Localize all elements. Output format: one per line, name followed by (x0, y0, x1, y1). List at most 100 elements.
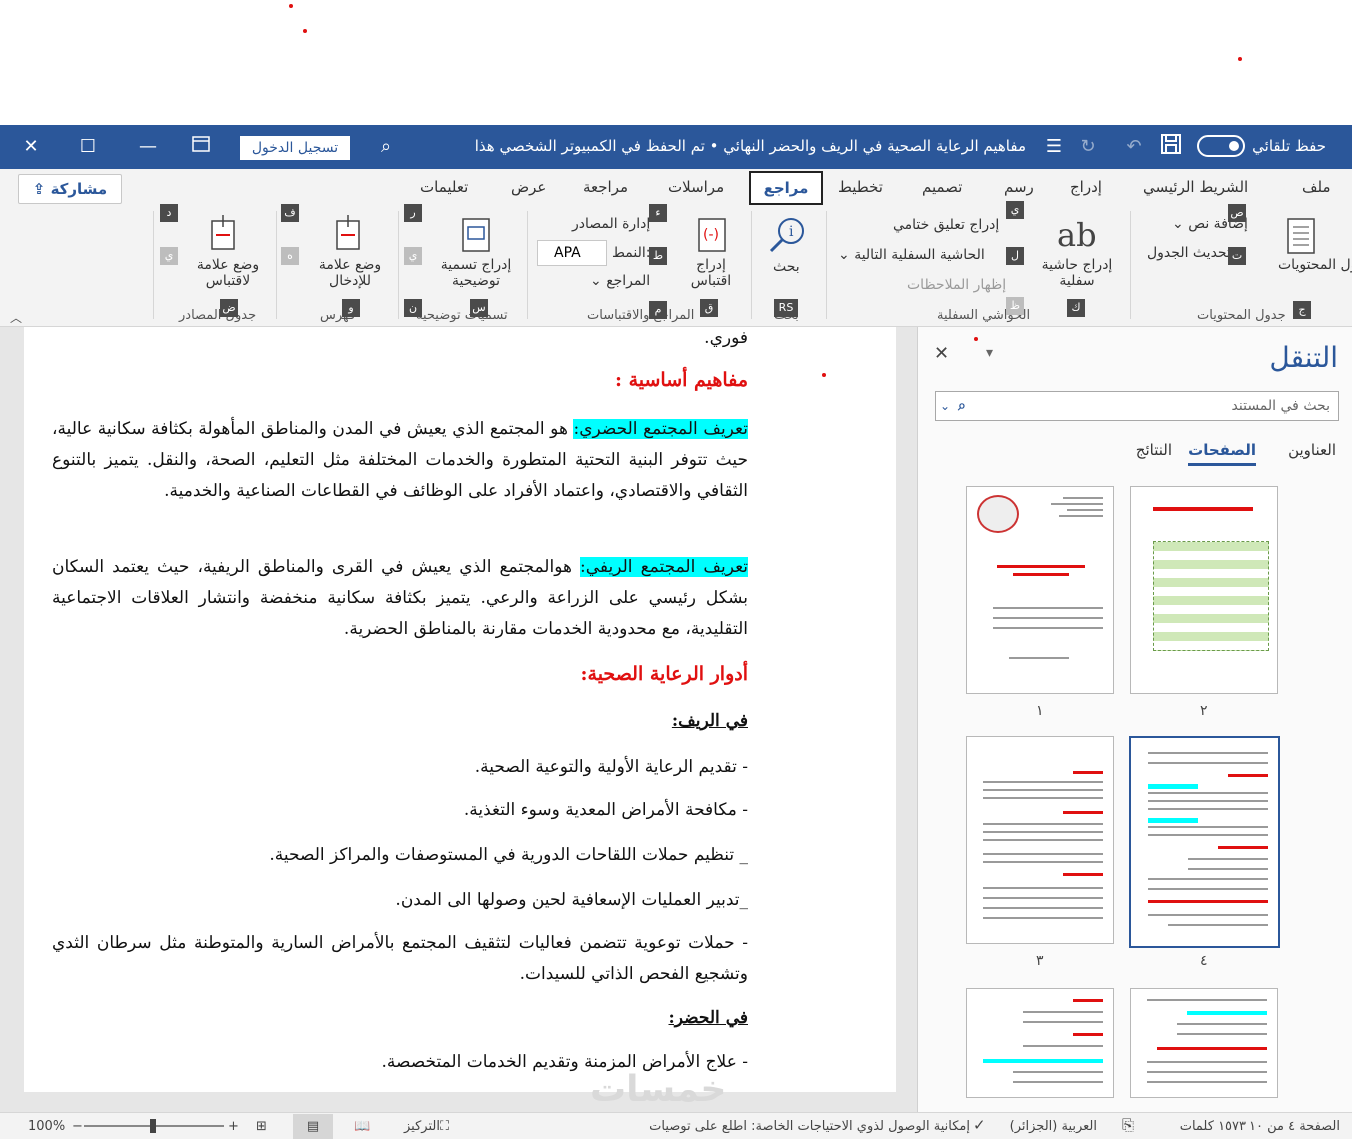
toc-button-label: جدول المحتويات (1278, 257, 1352, 273)
page-thumbnail[interactable] (1130, 486, 1278, 694)
next-footnote-button[interactable]: ⌄ الحاشية السفلية التالية (838, 247, 985, 263)
subheading-rural: في الريف: (671, 711, 748, 731)
citation-style-select[interactable]: APA (537, 240, 607, 266)
svg-text:i: i (789, 224, 794, 240)
tab-file[interactable]: ملف (1302, 178, 1331, 196)
paragraph-rural-definition: تعريف المجتمع الريفي: هوالمجتمع الذي يعي… (52, 552, 749, 645)
share-icon: ⇪ (32, 180, 51, 198)
zoom-level[interactable]: 100% (28, 1119, 65, 1134)
share-button[interactable]: ⇪ مشاركة (18, 174, 122, 204)
page-thumbnail-selected[interactable] (1129, 736, 1280, 948)
redo-icon[interactable]: ↻ (1074, 133, 1102, 161)
nav-tab-headings[interactable]: العناوين (1288, 441, 1336, 459)
update-table-button[interactable]: تحديث الجدول (1147, 245, 1231, 261)
search-placeholder: بحث في المستند (1231, 398, 1330, 414)
page-thumbnail[interactable] (966, 988, 1114, 1098)
subheading-urban: في الحضر: (668, 1008, 749, 1028)
insert-citation-button[interactable]: إدراج اقتباس (680, 257, 742, 289)
sign-in-button[interactable]: تسجيل الدخول (240, 136, 350, 160)
focus-icon[interactable]: ⛶ (440, 1119, 449, 1134)
insert-caption-button[interactable]: إدراج تسمية توضيحية (434, 257, 518, 289)
tab-design[interactable]: تصميم (922, 178, 962, 196)
word-count[interactable]: ١٥٧٣ كلمات (1180, 1119, 1246, 1134)
document-page[interactable]: فوري. مفاهيم أساسية : تعريف المجتمع الحض… (24, 327, 896, 1092)
navigation-search-input[interactable]: بحث في المستند ⌕ ⌄ (935, 391, 1339, 421)
zoom-out-icon[interactable]: − (72, 1119, 83, 1134)
insert-endnote-button[interactable]: إدراج تعليق ختامي (893, 217, 999, 233)
tab-mailings[interactable]: مراسلات (668, 178, 724, 196)
keytip: ر (404, 204, 422, 222)
insert-footnote-button[interactable]: إدراج حاشية سفلية (1037, 257, 1117, 289)
show-notes-button[interactable]: إظهار الملاحظات (907, 277, 1006, 293)
keytip: ص (1228, 204, 1246, 222)
chevron-down-icon: ⌄ (1172, 216, 1189, 232)
heading-healthcare-roles: أدوار الرعاية الصحية: (580, 663, 749, 685)
word-window-screenshot: حفظ تلقائي ↶ ↻ ☰ مفاهيم الرعاية الصحية ف… (0, 0, 1352, 1139)
focus-mode-button[interactable]: التركيز (404, 1119, 440, 1134)
table-of-contents-icon (1286, 217, 1316, 261)
mark-entry-icon (333, 215, 363, 257)
proofing-icon[interactable]: ⎘ (1122, 1116, 1134, 1134)
research-search-button[interactable]: بحث (773, 259, 800, 275)
page-thumbnail[interactable] (966, 486, 1114, 694)
tab-draw[interactable]: رسم (1004, 178, 1034, 196)
group-separator (527, 211, 528, 319)
nav-tab-results[interactable]: النتائج (1136, 441, 1172, 459)
keytip: ط (649, 247, 667, 265)
status-bar: الصفحة ٤ من ١٠ ١٥٧٣ كلمات ⎘ العربية (الج… (0, 1112, 1352, 1139)
keytip: ك (1067, 299, 1085, 317)
bibliography-button[interactable]: ⌄ المراجع (590, 273, 650, 289)
chevron-down-icon[interactable]: ⌄ (940, 392, 950, 420)
keytip: ل (1006, 247, 1024, 265)
search-icon[interactable]: ⌕ (372, 133, 400, 161)
tab-home[interactable]: الشريط الرئيسي (1143, 178, 1248, 196)
minimize-icon[interactable]: — (134, 133, 162, 161)
maximize-icon[interactable]: ☐ (74, 133, 102, 161)
print-layout-icon[interactable]: ▤ (293, 1114, 333, 1139)
manage-sources-button[interactable]: إدارة المصادر (572, 216, 650, 232)
ribbon-display-options-icon[interactable] (187, 133, 215, 161)
share-label: مشاركة (50, 180, 108, 198)
page-thumbnail[interactable] (1130, 988, 1278, 1098)
list-item: _تدبير العمليات الإسعافية لحين وصولها ال… (395, 890, 748, 910)
mark-entry-button[interactable]: وضع علامة للإدخال (312, 257, 388, 289)
accessibility-status[interactable]: إمكانية الوصول لذوي الاحتياجات الخاصة: ا… (649, 1119, 970, 1134)
tab-references[interactable]: مراجع (749, 171, 823, 205)
undo-icon[interactable]: ↶ (1120, 133, 1148, 161)
autosave-toggle[interactable] (1197, 135, 1245, 157)
zoom-in-icon[interactable]: + (228, 1119, 239, 1134)
mark-citation-icon (208, 215, 238, 257)
search-icon[interactable]: ⌕ (958, 392, 966, 420)
collapse-ribbon-icon[interactable]: ︿ (10, 309, 22, 326)
web-layout-icon[interactable]: ⊞ (256, 1119, 267, 1134)
save-icon[interactable] (1157, 133, 1185, 161)
tab-review[interactable]: مراجعة (583, 178, 628, 196)
tab-help[interactable]: تعليمات (420, 178, 468, 196)
read-mode-icon[interactable]: 📖 (354, 1119, 370, 1134)
close-icon[interactable]: ✕ (17, 133, 45, 161)
navigation-title: التنقل (1269, 341, 1338, 374)
toc-group-label: جدول المحتويات (1197, 308, 1286, 323)
page-thumbnail[interactable] (966, 736, 1114, 944)
accessibility-icon[interactable]: ✓ (973, 1116, 986, 1134)
tab-insert[interactable]: إدراج (1070, 178, 1102, 196)
keytip: د (160, 204, 178, 222)
language[interactable]: العربية (الجزائر) (1010, 1119, 1097, 1134)
page-count[interactable]: الصفحة ٤ من ١٠ (1249, 1119, 1340, 1134)
close-pane-icon[interactable]: ✕ (934, 343, 949, 364)
chevron-down-icon: ⌄ (838, 247, 855, 263)
tab-view[interactable]: عرض (511, 178, 546, 196)
customize-toolbar-icon[interactable]: ☰ (1040, 133, 1068, 161)
zoom-slider[interactable] (84, 1119, 224, 1133)
heading-basic-concepts: مفاهيم أساسية : (614, 369, 748, 391)
mark-citation-button[interactable]: وضع علامة لاقتباس (190, 257, 266, 289)
tab-layout[interactable]: تخطيط (838, 178, 883, 196)
list-item: - مكافحة الأمراض المعدية وسوء التغذية. (463, 800, 748, 820)
style-value: APA (554, 245, 581, 261)
list-item: - تقديم الرعاية الأولية والتوعية الصحية. (474, 757, 748, 777)
insert-citation-label: إدراج اقتباس (690, 257, 732, 289)
nav-tab-pages[interactable]: الصفحات (1188, 441, 1256, 466)
zoom-slider-thumb[interactable] (150, 1119, 156, 1133)
pane-options-chevron-icon[interactable]: ▾ (986, 345, 993, 361)
table-of-contents-button[interactable]: جدول المحتويات (1278, 257, 1352, 273)
